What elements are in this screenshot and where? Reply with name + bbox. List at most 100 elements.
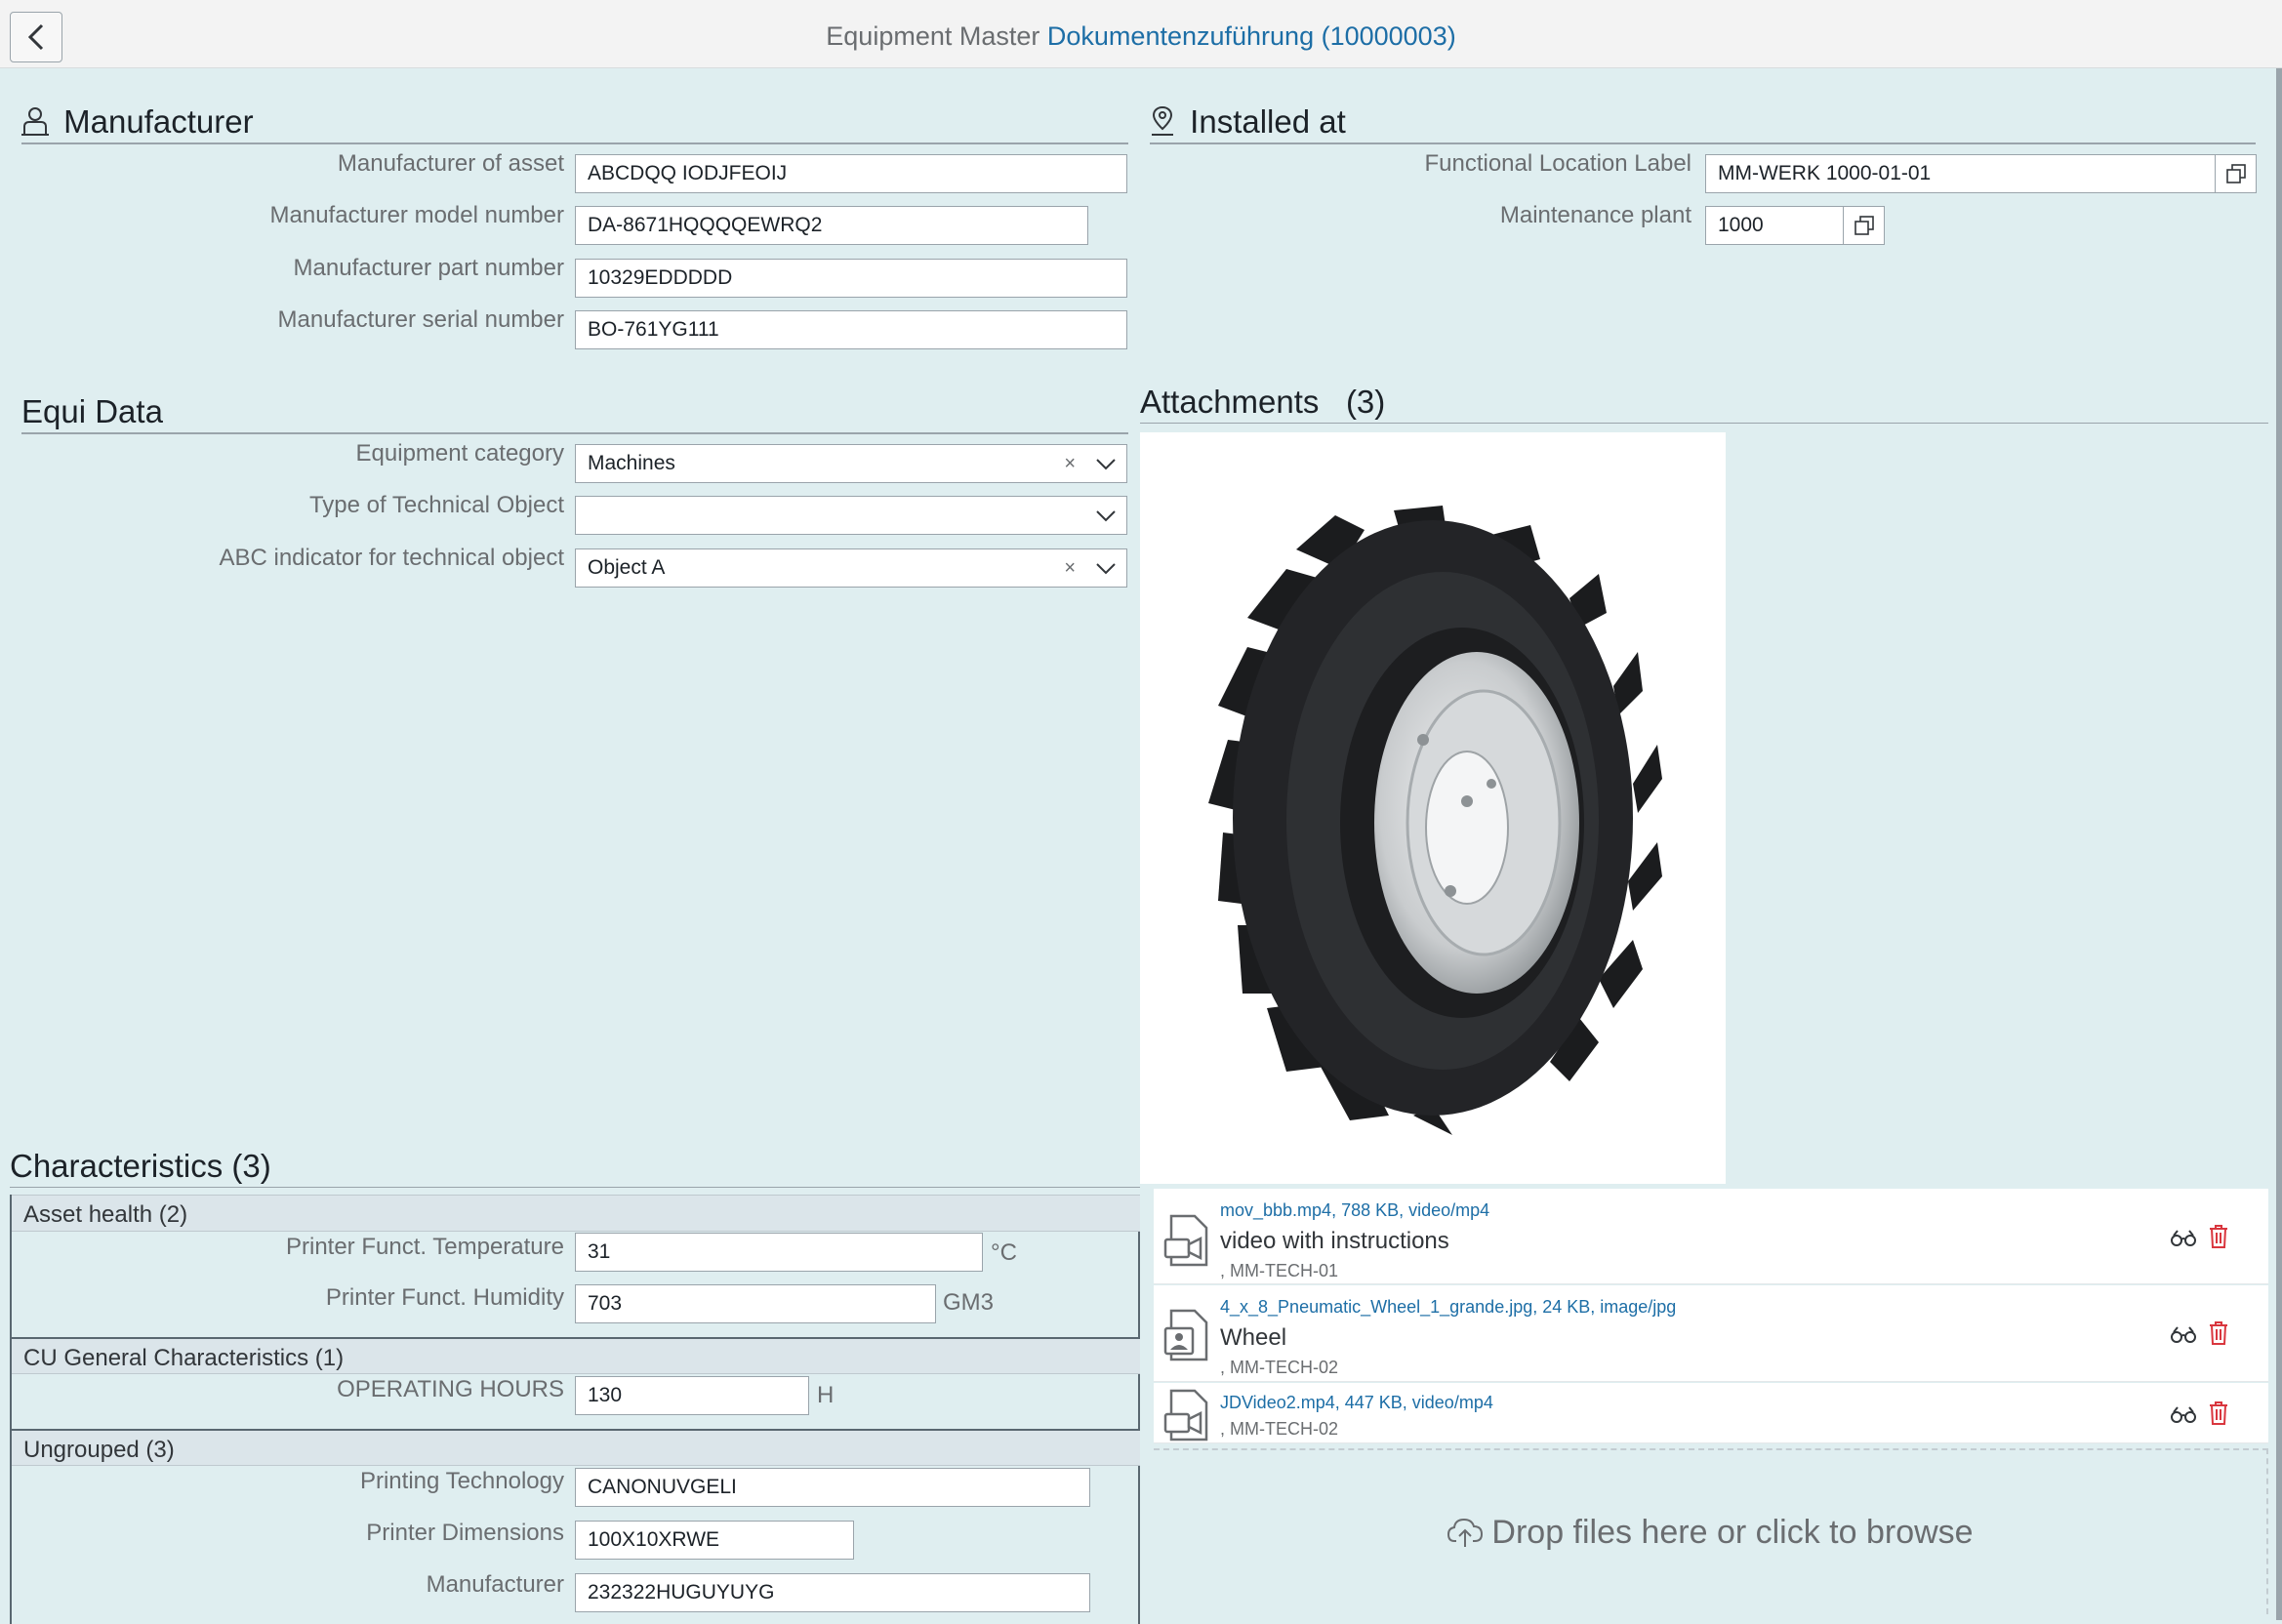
manufacturer-part-row: Manufacturer part number bbox=[0, 255, 564, 294]
equi-data-section-title: Equi Data bbox=[21, 393, 1128, 434]
manufacturer-model-input[interactable]: DA-8671HQQQQEWRQ2 bbox=[575, 206, 1088, 245]
maintenance-plant-value-help[interactable] bbox=[1843, 207, 1884, 244]
attachment-description: Wheel bbox=[1220, 1324, 1287, 1351]
functional-location-value-help[interactable] bbox=[2215, 155, 2256, 192]
equipment-category-label: Equipment category bbox=[355, 440, 564, 467]
printer-temperature-unit: °C bbox=[991, 1239, 1017, 1266]
abc-indicator-clear-icon[interactable]: × bbox=[1064, 549, 1076, 587]
manufacturer-char-label: Manufacturer bbox=[426, 1571, 564, 1598]
printing-technology-input[interactable]: CANONUVGELI bbox=[575, 1468, 1090, 1507]
equi-data-title: Equi Data bbox=[21, 393, 163, 429]
printer-humidity-unit: GM3 bbox=[943, 1289, 995, 1316]
functional-location-value: MM-WERK 1000-01-01 bbox=[1718, 162, 1932, 184]
functional-location-label: Functional Location Label bbox=[1424, 150, 1691, 177]
operating-hours-unit: H bbox=[817, 1382, 835, 1408]
attachments-count: (3) bbox=[1345, 384, 1386, 420]
printer-temperature-label: Printer Funct. Temperature bbox=[285, 1234, 564, 1260]
technical-object-type-select[interactable] bbox=[575, 496, 1127, 535]
header-bar: Equipment Master Dokumentenzuführung (10… bbox=[0, 0, 2282, 68]
delete-trash-icon[interactable] bbox=[2208, 1401, 2229, 1426]
operating-hours-input[interactable]: 130 bbox=[575, 1376, 809, 1415]
printer-humidity-label: Printer Funct. Humidity bbox=[325, 1284, 564, 1311]
scrollbar[interactable] bbox=[2276, 68, 2282, 1620]
characteristics-panel: Asset health (2) Printer Funct. Temperat… bbox=[10, 1195, 1140, 1624]
page-title-prefix: Equipment Master bbox=[826, 21, 1040, 51]
equipment-category-select[interactable]: Machines × bbox=[575, 444, 1127, 483]
manufacturer-serial-row: Manufacturer serial number bbox=[0, 306, 564, 345]
equipment-link[interactable]: Dokumentenzuführung (10000003) bbox=[1047, 21, 1456, 51]
manufacturer-model-row: Manufacturer model number bbox=[0, 202, 564, 241]
manufacturer-section-title: Manufacturer bbox=[21, 103, 1128, 144]
manufacturer-icon bbox=[21, 107, 49, 136]
attachment-subtitle: , MM-TECH-02 bbox=[1220, 1358, 1338, 1377]
manufacturer-model-label: Manufacturer model number bbox=[269, 202, 564, 228]
view-glasses-icon[interactable] bbox=[2171, 1406, 2196, 1424]
functional-location-row: Functional Location Label bbox=[1152, 150, 1691, 189]
abc-indicator-select[interactable]: Object A × bbox=[575, 548, 1127, 588]
video-file-icon bbox=[1163, 1389, 1208, 1441]
chevron-down-icon[interactable] bbox=[1095, 509, 1117, 523]
delete-trash-icon[interactable] bbox=[2208, 1320, 2229, 1346]
manufacturer-char-input[interactable]: 232322HUGUYUYG bbox=[575, 1573, 1090, 1612]
printer-dimensions-row: Printer Dimensions bbox=[12, 1520, 564, 1559]
chevron-down-icon[interactable] bbox=[1095, 562, 1117, 576]
manufacturer-part-label: Manufacturer part number bbox=[293, 255, 564, 281]
cloud-upload-icon bbox=[1447, 1518, 1484, 1547]
manufacturer-part-input[interactable]: 10329EDDDDD bbox=[575, 259, 1127, 298]
operating-hours-label: OPERATING HOURS bbox=[337, 1376, 564, 1402]
maintenance-plant-input[interactable]: 1000 bbox=[1705, 206, 1885, 245]
file-dropzone[interactable]: Drop files here or click to browse bbox=[1154, 1448, 2268, 1614]
printer-dimensions-label: Printer Dimensions bbox=[366, 1520, 564, 1546]
maintenance-plant-label: Maintenance plant bbox=[1499, 202, 1691, 228]
attachment-preview-image[interactable] bbox=[1140, 432, 1726, 1184]
attachments-section-title: Attachments (3) bbox=[1140, 384, 2268, 424]
printing-technology-row: Printing Technology bbox=[12, 1468, 564, 1507]
manufacturer-serial-input[interactable]: BO-761YG111 bbox=[575, 310, 1127, 349]
manufacturer-title: Manufacturer bbox=[63, 103, 254, 140]
installed-at-title: Installed at bbox=[1190, 103, 1346, 140]
group-header-cu-general[interactable]: CU General Characteristics (1) bbox=[12, 1337, 1140, 1374]
equipment-category-value: Machines bbox=[588, 452, 675, 474]
equipment-category-row: Equipment category bbox=[0, 440, 564, 479]
value-help-icon bbox=[2225, 164, 2246, 183]
maintenance-plant-row: Maintenance plant bbox=[1152, 202, 1691, 241]
attachment-description: video with instructions bbox=[1220, 1228, 1449, 1254]
abc-indicator-label: ABC indicator for technical object bbox=[219, 545, 564, 571]
printer-dimensions-input[interactable]: 100X10XRWE bbox=[575, 1521, 854, 1560]
manufacturer-of-asset-row: Manufacturer of asset bbox=[0, 150, 564, 189]
manufacturer-of-asset-input[interactable]: ABCDQQ IODJFEOIJ bbox=[575, 154, 1127, 193]
printing-technology-label: Printing Technology bbox=[359, 1468, 564, 1494]
group-header-ungrouped[interactable]: Ungrouped (3) bbox=[12, 1429, 1140, 1466]
manufacturer-of-asset-label: Manufacturer of asset bbox=[337, 150, 564, 177]
functional-location-input[interactable]: MM-WERK 1000-01-01 bbox=[1705, 154, 2257, 193]
delete-trash-icon[interactable] bbox=[2208, 1224, 2229, 1249]
group-header-asset-health[interactable]: Asset health (2) bbox=[12, 1195, 1140, 1232]
attachment-subtitle: , MM-TECH-02 bbox=[1220, 1419, 1338, 1439]
abc-indicator-value: Object A bbox=[588, 556, 666, 579]
view-glasses-icon[interactable] bbox=[2171, 1230, 2196, 1247]
attachment-file-link[interactable]: mov_bbb.mp4, 788 KB, video/mp4 bbox=[1220, 1200, 1489, 1221]
printer-temperature-input[interactable]: 31 bbox=[575, 1233, 983, 1272]
printer-humidity-input[interactable]: 703 bbox=[575, 1284, 936, 1323]
manufacturer-char-row: Manufacturer bbox=[12, 1571, 564, 1610]
tire-image bbox=[1208, 506, 1662, 1135]
view-glasses-icon[interactable] bbox=[2171, 1326, 2196, 1344]
attachments-title: Attachments bbox=[1140, 384, 1320, 420]
technical-object-type-label: Type of Technical Object bbox=[308, 492, 564, 518]
maintenance-plant-value: 1000 bbox=[1718, 214, 1764, 236]
technical-object-type-row: Type of Technical Object bbox=[0, 492, 564, 531]
attachment-file-link[interactable]: 4_x_8_Pneumatic_Wheel_1_grande.jpg, 24 K… bbox=[1220, 1297, 1676, 1318]
abc-indicator-row: ABC indicator for technical object bbox=[0, 545, 564, 584]
location-pin-icon bbox=[1152, 105, 1173, 136]
attachment-item[interactable]: JDVideo2.mp4, 447 KB, video/mp4 , MM-TEC… bbox=[1154, 1383, 2268, 1443]
attachment-item[interactable]: mov_bbb.mp4, 788 KB, video/mp4 video wit… bbox=[1154, 1189, 2268, 1284]
page-title: Equipment Master Dokumentenzuführung (10… bbox=[0, 21, 2282, 52]
printer-temperature-row: Printer Funct. Temperature bbox=[12, 1234, 564, 1273]
dropzone-label: Drop files here or click to browse bbox=[1491, 1513, 1974, 1551]
attachment-file-link[interactable]: JDVideo2.mp4, 447 KB, video/mp4 bbox=[1220, 1393, 1493, 1413]
chevron-down-icon[interactable] bbox=[1095, 458, 1117, 471]
equipment-category-clear-icon[interactable]: × bbox=[1064, 445, 1076, 482]
attachment-subtitle: , MM-TECH-01 bbox=[1220, 1261, 1338, 1280]
video-file-icon bbox=[1163, 1214, 1208, 1267]
attachment-item[interactable]: 4_x_8_Pneumatic_Wheel_1_grande.jpg, 24 K… bbox=[1154, 1285, 2268, 1382]
